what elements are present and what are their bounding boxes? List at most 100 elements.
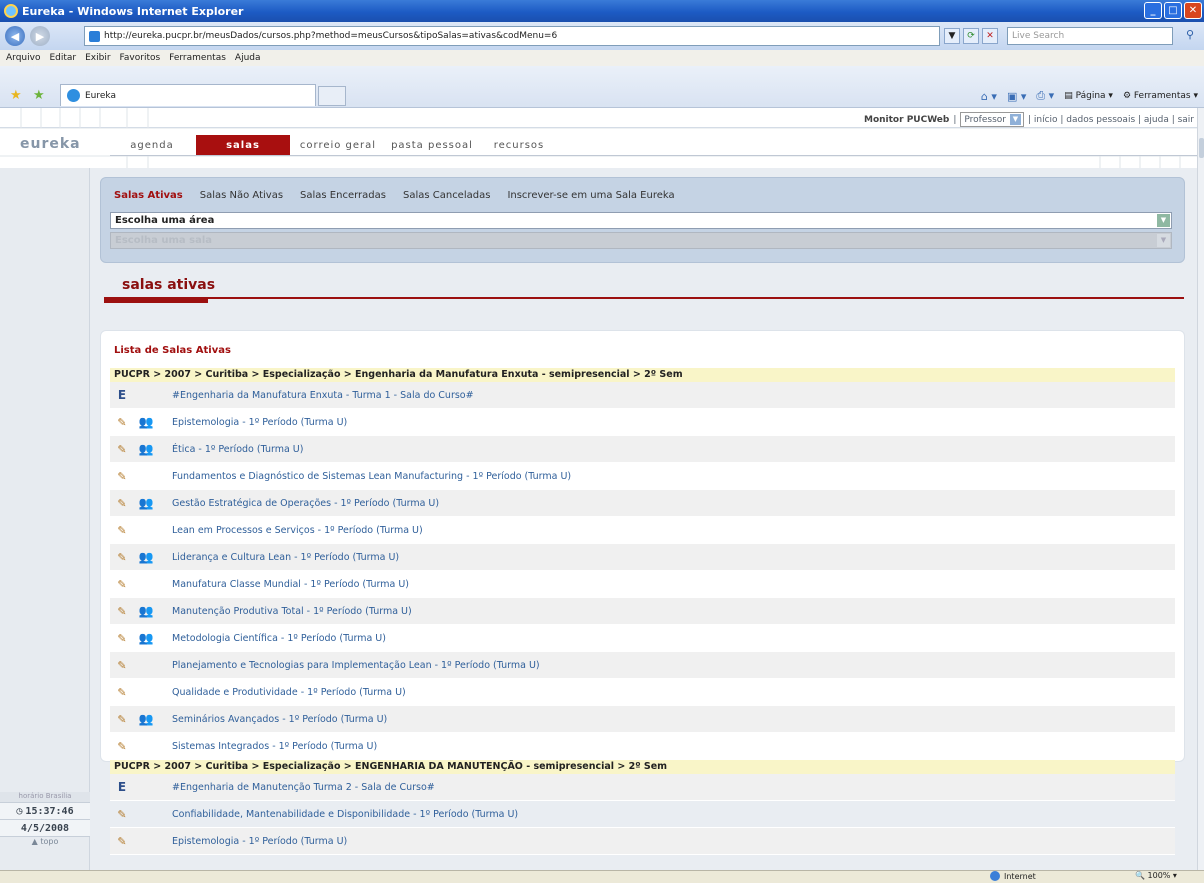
page-menu[interactable]: ▤ Página ▾ bbox=[1064, 91, 1113, 101]
section-divider bbox=[104, 297, 1184, 299]
forward-button[interactable]: ▶ bbox=[30, 26, 50, 46]
stop-icon[interactable]: ✕ bbox=[982, 28, 998, 44]
sala-link[interactable]: Qualidade e Produtividade - 1º Período (… bbox=[172, 687, 406, 698]
pencil-icon[interactable]: ✎ bbox=[114, 578, 130, 591]
maximize-icon[interactable]: □ bbox=[1164, 2, 1182, 19]
tab-salas-ativas[interactable]: Salas Ativas bbox=[114, 190, 183, 201]
users-lock-icon[interactable]: 👥 bbox=[134, 442, 158, 456]
pencil-icon[interactable]: ✎ bbox=[114, 686, 130, 699]
eureka-e-icon[interactable]: E bbox=[114, 388, 130, 402]
pencil-icon[interactable]: ✎ bbox=[114, 808, 130, 821]
pencil-icon[interactable]: ✎ bbox=[114, 551, 130, 564]
sala-link[interactable]: Planejamento e Tecnologias para Implemen… bbox=[172, 660, 540, 671]
pencil-icon[interactable]: ✎ bbox=[114, 740, 130, 753]
sala-link[interactable]: Epistemologia - 1º Período (Turma U) bbox=[172, 417, 347, 428]
sala-link[interactable]: Epistemologia - 1º Período (Turma U) bbox=[172, 836, 347, 847]
menu-ferramentas[interactable]: Ferramentas bbox=[169, 53, 226, 63]
pencil-icon[interactable]: ✎ bbox=[114, 443, 130, 456]
menu-exibir[interactable]: Exibir bbox=[85, 53, 110, 63]
top-links[interactable]: | início | dados pessoais | ajuda | sair bbox=[1028, 115, 1194, 125]
site-logo[interactable]: eureka bbox=[0, 136, 108, 156]
sala-link[interactable]: Manutenção Produtiva Total - 1º Período … bbox=[172, 606, 412, 617]
sala-link[interactable]: Liderança e Cultura Lean - 1º Período (T… bbox=[172, 552, 399, 563]
tab-inscrever-sala[interactable]: Inscrever-se em uma Sala Eureka bbox=[507, 190, 674, 201]
chevron-down-icon: ▼ bbox=[1157, 214, 1170, 227]
menu-favoritos[interactable]: Favoritos bbox=[120, 53, 161, 63]
url-dropdown-icon[interactable]: ▼ bbox=[944, 28, 960, 44]
menu-editar[interactable]: Editar bbox=[49, 53, 76, 63]
close-icon[interactable]: ✕ bbox=[1184, 2, 1202, 19]
new-tab-button[interactable] bbox=[318, 86, 346, 106]
top-label: topo bbox=[40, 837, 59, 846]
users-lock-icon[interactable]: 👥 bbox=[134, 631, 158, 645]
main-nav: agenda salas correio geral pasta pessoal… bbox=[110, 135, 1204, 156]
sala-link[interactable]: Gestão Estratégica de Operações - 1º Per… bbox=[172, 498, 439, 509]
sala-link[interactable]: Sistemas Integrados - 1º Período (Turma … bbox=[172, 741, 377, 752]
pencil-icon[interactable]: ✎ bbox=[114, 497, 130, 510]
area-select[interactable]: Escolha uma área ▼ bbox=[110, 212, 1172, 229]
pencil-icon[interactable]: ✎ bbox=[114, 605, 130, 618]
tab-eureka[interactable]: Eureka bbox=[60, 84, 316, 106]
url-field[interactable]: http://eureka.pucpr.br/meusDados/cursos.… bbox=[84, 26, 940, 46]
back-to-top-link[interactable]: ▲ topo bbox=[0, 836, 90, 850]
home-icon[interactable]: ⌂ ▾ bbox=[981, 90, 997, 103]
scrollbar-thumb[interactable] bbox=[1199, 138, 1204, 158]
sala-link[interactable]: Ética - 1º Período (Turma U) bbox=[172, 444, 303, 455]
tab-label: Eureka bbox=[85, 90, 116, 101]
pencil-icon[interactable]: ✎ bbox=[114, 835, 130, 848]
nav-pasta-pessoal[interactable]: pasta pessoal bbox=[386, 135, 478, 155]
pencil-icon[interactable]: ✎ bbox=[114, 659, 130, 672]
list-item: ✎ Qualidade e Produtividade - 1º Período … bbox=[110, 679, 1175, 706]
header-user-links: Monitor PUCWeb | Professor ▼ | início | … bbox=[864, 112, 1194, 127]
role-select[interactable]: Professor ▼ bbox=[960, 112, 1024, 127]
sala-select-value: Escolha uma sala bbox=[115, 235, 213, 246]
sala-link[interactable]: Metodologia Científica - 1º Período (Tur… bbox=[172, 633, 386, 644]
refresh-icon[interactable]: ⟳ bbox=[963, 28, 979, 44]
clock-widget: horário Brasília ◷ 15:37:46 4/5/2008 ▲ to… bbox=[0, 792, 90, 850]
sala-link[interactable]: Lean em Processos e Serviços - 1º Períod… bbox=[172, 525, 423, 536]
pencil-icon[interactable]: ✎ bbox=[114, 524, 130, 537]
tools-menu[interactable]: ⚙ Ferramentas ▾ bbox=[1123, 91, 1198, 101]
eureka-e-icon[interactable]: E bbox=[114, 780, 130, 794]
zoom-level[interactable]: 🔍 100% ▾ bbox=[1135, 871, 1177, 880]
security-zone: Internet bbox=[990, 871, 1036, 881]
pencil-icon[interactable]: ✎ bbox=[114, 713, 130, 726]
users-lock-icon[interactable]: 👥 bbox=[134, 604, 158, 618]
nav-correio-geral[interactable]: correio geral bbox=[290, 135, 386, 155]
print-icon[interactable]: ⎙ ▾ bbox=[1036, 89, 1054, 103]
sala-link[interactable]: Confiabilidade, Mantenabilidade e Dispon… bbox=[172, 809, 518, 820]
sala-link[interactable]: Manufatura Classe Mundial - 1º Período (… bbox=[172, 579, 409, 590]
add-favorites-icon[interactable]: ★ bbox=[33, 88, 45, 103]
nav-agenda[interactable]: agenda bbox=[110, 135, 194, 155]
feeds-icon[interactable]: ▣ ▾ bbox=[1007, 90, 1026, 103]
clock-label: horário Brasília bbox=[0, 792, 90, 802]
nav-salas[interactable]: salas bbox=[196, 135, 290, 155]
menu-ajuda[interactable]: Ajuda bbox=[235, 53, 261, 63]
nav-recursos[interactable]: recursos bbox=[478, 135, 560, 155]
monitor-link[interactable]: Monitor PUCWeb bbox=[864, 115, 949, 125]
tab-salas-encerradas[interactable]: Salas Encerradas bbox=[300, 190, 386, 201]
pencil-icon[interactable]: ✎ bbox=[114, 416, 130, 429]
tab-salas-canceladas[interactable]: Salas Canceladas bbox=[403, 190, 490, 201]
vertical-scrollbar[interactable] bbox=[1197, 108, 1204, 870]
sala-link[interactable]: Fundamentos e Diagnóstico de Sistemas Le… bbox=[172, 471, 571, 482]
tab-salas-nao-ativas[interactable]: Salas Não Ativas bbox=[200, 190, 283, 201]
separator: | bbox=[953, 114, 957, 125]
minimize-icon[interactable]: _ bbox=[1144, 2, 1162, 19]
menu-arquivo[interactable]: Arquivo bbox=[6, 53, 40, 63]
favorites-star-icon[interactable]: ★ bbox=[10, 88, 22, 103]
users-lock-icon[interactable]: 👥 bbox=[134, 415, 158, 429]
clock-icon: ◷ bbox=[16, 805, 23, 817]
users-lock-icon[interactable]: 👥 bbox=[134, 712, 158, 726]
back-button[interactable]: ◀ bbox=[5, 26, 25, 46]
pencil-icon[interactable]: ✎ bbox=[114, 470, 130, 483]
users-lock-icon[interactable]: 👥 bbox=[134, 496, 158, 510]
list-item: ✎ 👥 Epistemologia - 1º Período (Turma U) bbox=[110, 409, 1175, 436]
sala-link[interactable]: #Engenharia da Manufatura Enxuta - Turma… bbox=[172, 390, 474, 401]
search-input[interactable]: Live Search bbox=[1007, 27, 1173, 45]
users-lock-icon[interactable]: 👥 bbox=[134, 550, 158, 564]
sala-link[interactable]: Seminários Avançados - 1º Período (Turma… bbox=[172, 714, 387, 725]
sala-link[interactable]: #Engenharia de Manutenção Turma 2 - Sala… bbox=[172, 782, 435, 793]
pencil-icon[interactable]: ✎ bbox=[114, 632, 130, 645]
search-icon[interactable]: ⚲ bbox=[1180, 28, 1200, 44]
